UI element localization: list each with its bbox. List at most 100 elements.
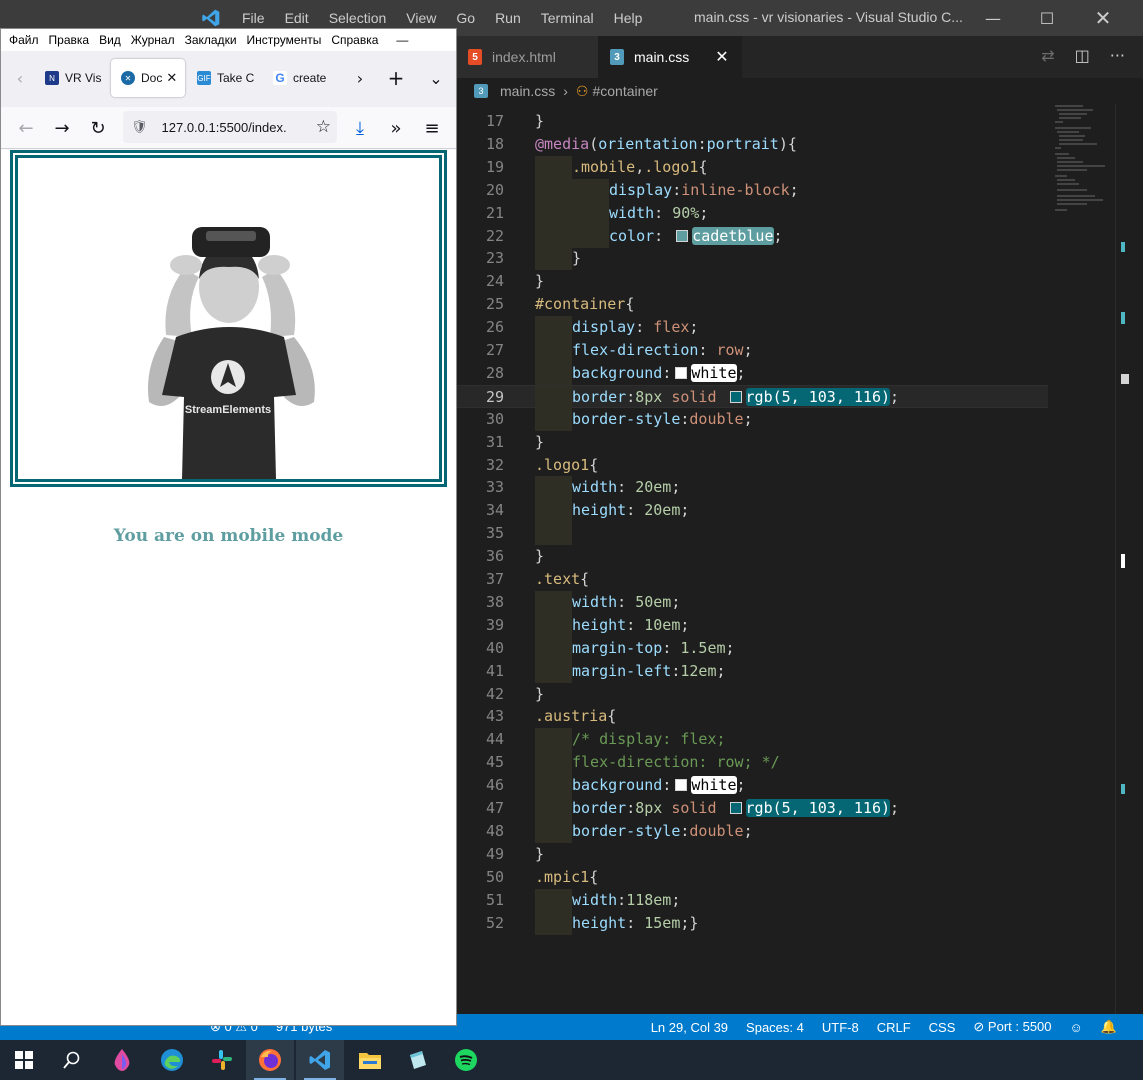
code-line[interactable]: 40 margin-top: 1.5em; xyxy=(456,636,1056,660)
menu-help[interactable]: Справка xyxy=(331,33,378,47)
tab-vr-visionaries[interactable]: N VR Vis xyxy=(35,59,105,97)
list-all-tabs-button[interactable]: ⌄ xyxy=(421,59,451,97)
reload-button[interactable]: ↻ xyxy=(83,113,113,143)
close-tab-icon[interactable]: ✕ xyxy=(715,47,728,67)
cursor-position[interactable]: Ln 29, Col 39 xyxy=(651,1020,728,1035)
page-viewport[interactable]: StreamElements You are on mobile mode xyxy=(1,150,456,1025)
code-line[interactable]: 27 flex-direction: row; xyxy=(456,339,1056,362)
code-line[interactable]: 25 #container{ xyxy=(456,293,1056,316)
color-swatch[interactable] xyxy=(675,366,688,379)
maximize-button[interactable]: ☐ xyxy=(1020,0,1074,36)
tab-take[interactable]: GIF Take C xyxy=(187,59,259,97)
url-text[interactable]: 127.0.0.1:5500/index.html xyxy=(162,120,286,135)
code-line[interactable]: 21 width: 90%; xyxy=(456,201,1056,225)
menu-tools[interactable]: Инструменты xyxy=(247,33,322,47)
language-mode[interactable]: CSS xyxy=(929,1020,956,1035)
code-line[interactable]: 18 @media(orientation:portrait){ xyxy=(456,133,1056,156)
code-line[interactable]: 19 .mobile,.logo1{ xyxy=(456,155,1056,179)
code-line[interactable]: 33 width: 20em; xyxy=(456,476,1056,500)
tab-doc[interactable]: ✕ Doc ✕ xyxy=(111,59,185,97)
editor-scrollbar[interactable] xyxy=(1115,104,1143,1014)
code-line[interactable]: 50 .mpic1{ xyxy=(456,866,1056,889)
taskbar-paint[interactable] xyxy=(98,1040,146,1080)
menu-view[interactable]: Вид xyxy=(99,33,121,47)
scroll-tabs-right-button[interactable]: › xyxy=(345,59,375,97)
code-line[interactable]: 36} xyxy=(456,545,1056,568)
more-actions-icon[interactable]: ··· xyxy=(1110,46,1125,65)
code-line[interactable]: 23} xyxy=(456,247,1056,271)
scroll-tabs-left-button[interactable]: ‹ xyxy=(5,59,35,97)
bookmark-star-icon[interactable]: ☆ xyxy=(316,117,331,137)
overflow-menu-button[interactable]: » xyxy=(381,113,411,143)
menu-terminal[interactable]: Terminal xyxy=(531,10,604,26)
split-editor-icon[interactable]: ◫ xyxy=(1075,46,1090,65)
code-line[interactable]: 51 width:118em; xyxy=(456,888,1056,912)
color-swatch[interactable] xyxy=(675,779,688,792)
start-button[interactable] xyxy=(0,1040,48,1080)
indentation[interactable]: Spaces: 4 xyxy=(746,1020,804,1035)
code-line[interactable]: 39 height: 10em; xyxy=(456,613,1056,637)
forward-button[interactable]: → xyxy=(47,113,77,143)
code-line[interactable]: 44 /* display: flex; xyxy=(456,728,1056,752)
code-editor[interactable]: 17} 18 @media(orientation:portrait){19 .mob… xyxy=(456,104,1143,1014)
code-line[interactable]: 38 width: 50em; xyxy=(456,590,1056,614)
code-line[interactable]: 34 height: 20em; xyxy=(456,499,1056,523)
code-line[interactable]: 35 xyxy=(456,522,1056,546)
code-line[interactable]: 17} xyxy=(456,110,1056,133)
tab-index-html[interactable]: 5 index.html xyxy=(456,36,598,78)
code-line[interactable]: 30 border-style:double; xyxy=(456,407,1056,431)
color-swatch[interactable] xyxy=(729,802,742,814)
notifications-icon[interactable]: 🔔 xyxy=(1101,1019,1117,1035)
taskbar-notes[interactable] xyxy=(394,1040,442,1080)
feedback-icon[interactable]: ☺ xyxy=(1070,1020,1083,1035)
menu-go[interactable]: Go xyxy=(446,10,485,26)
close-tab-icon[interactable]: ✕ xyxy=(166,70,177,86)
menu-file[interactable]: File xyxy=(232,10,275,26)
code-line[interactable]: 29 border:8px solid rgb(5, 103, 116); xyxy=(456,384,1048,409)
code-line[interactable]: 22 color: cadetblue; xyxy=(456,224,1056,248)
menu-edit[interactable]: Правка xyxy=(49,33,90,47)
menu-help[interactable]: Help xyxy=(604,10,653,26)
breadcrumb-symbol[interactable]: #container xyxy=(592,83,657,99)
encoding[interactable]: UTF-8 xyxy=(822,1020,859,1035)
code-line[interactable]: 24} xyxy=(456,270,1056,293)
tab-create[interactable]: G create xyxy=(263,59,335,97)
code-line[interactable]: 52 height: 15em;} xyxy=(456,911,1056,935)
menu-view[interactable]: View xyxy=(396,10,446,26)
taskbar-vscode[interactable] xyxy=(296,1040,344,1080)
end-of-line[interactable]: CRLF xyxy=(877,1020,911,1035)
app-menu-button[interactable]: ≡ xyxy=(417,113,447,143)
minimize-icon[interactable]: — xyxy=(396,33,408,47)
menu-edit[interactable]: Edit xyxy=(275,10,319,26)
back-button[interactable]: ← xyxy=(11,113,41,143)
code-line[interactable]: 43 .austria{ xyxy=(456,705,1056,728)
menu-run[interactable]: Run xyxy=(485,10,531,26)
menu-selection[interactable]: Selection xyxy=(319,10,397,26)
code-line[interactable]: 32 .logo1{ xyxy=(456,454,1056,477)
color-swatch[interactable] xyxy=(676,229,689,242)
taskbar-spotify[interactable] xyxy=(442,1040,490,1080)
live-server-port[interactable]: ⊘ Port : 5500 xyxy=(973,1019,1051,1035)
taskbar-file-explorer[interactable] xyxy=(346,1040,394,1080)
code-line[interactable]: 26 display: flex; xyxy=(456,316,1056,340)
code-line[interactable]: 46 background: white; xyxy=(456,774,1056,798)
minimap[interactable] xyxy=(1053,104,1113,224)
url-bar[interactable]: 🛡 127.0.0.1:5500/index.html ☆ xyxy=(123,111,337,143)
taskbar-slack[interactable] xyxy=(198,1040,246,1080)
new-tab-button[interactable]: + xyxy=(381,59,411,97)
taskbar-firefox[interactable] xyxy=(246,1040,294,1080)
taskbar-edge[interactable] xyxy=(148,1040,196,1080)
code-line[interactable]: 31} xyxy=(456,431,1056,454)
code-line[interactable]: 45 flex-direction: row; */ xyxy=(456,751,1056,775)
menu-bookmarks[interactable]: Закладки xyxy=(185,33,237,47)
menu-history[interactable]: Журнал xyxy=(131,33,175,47)
tab-main-css[interactable]: 3 main.css ✕ xyxy=(598,36,742,78)
downloads-button[interactable]: ⤓ xyxy=(345,113,375,143)
code-line[interactable]: 28 background: white; xyxy=(456,361,1056,385)
search-button[interactable] xyxy=(48,1040,96,1080)
code-line[interactable]: 41 margin-left:12em; xyxy=(456,659,1056,683)
code-line[interactable]: 47 border:8px solid rgb(5, 103, 116); xyxy=(456,797,1056,820)
breadcrumb-file[interactable]: main.css xyxy=(500,83,555,99)
code-line[interactable]: 20 display:inline-block; xyxy=(456,178,1056,202)
close-window-button[interactable]: ✕ xyxy=(1076,0,1130,36)
